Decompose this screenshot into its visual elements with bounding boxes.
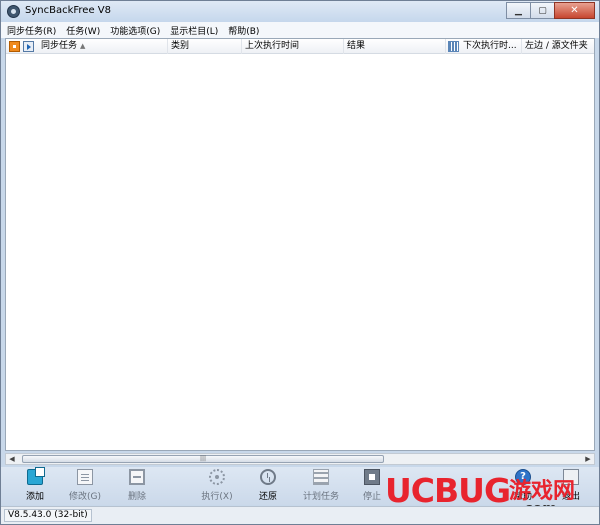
maximize-button[interactable]: ▢	[530, 2, 555, 19]
scroll-left-arrow-icon[interactable]: ◀	[6, 454, 18, 464]
column-source-folder[interactable]: 左边 / 源文件夹	[522, 39, 594, 54]
scroll-right-arrow-icon[interactable]: ▶	[582, 454, 594, 464]
column-next-run[interactable]: 下次执行时...	[460, 39, 522, 54]
menu-task[interactable]: 任务(W)	[66, 24, 100, 37]
add-button[interactable]: 添加	[11, 467, 59, 503]
horizontal-scrollbar[interactable]: ◀ ||| ▶	[5, 453, 595, 465]
scrollbar-grip-icon: |||	[199, 455, 207, 462]
scrollbar-thumb[interactable]: |||	[22, 455, 384, 463]
column-result[interactable]: 结果	[344, 39, 446, 54]
edit-task-icon	[77, 469, 93, 485]
run-button[interactable]: 执行(X)	[193, 469, 241, 503]
sort-ascending-icon: ▲	[80, 42, 86, 50]
title-bar[interactable]: SyncBackFree V8 ▁ ▢ ✕	[1, 1, 599, 22]
task-play-icon[interactable]	[23, 41, 34, 52]
menu-sync-tasks[interactable]: 同步任务(R)	[7, 24, 56, 37]
delete-task-icon	[129, 469, 145, 485]
window-controls: ▁ ▢ ✕	[506, 2, 595, 19]
run-button-label: 执行(X)	[201, 492, 233, 502]
app-window: SyncBackFree V8 ▁ ▢ ✕ 同步任务(R) 任务(W) 功能选项…	[0, 0, 600, 525]
column-task-name[interactable]: 同步任务 ▲	[38, 39, 168, 54]
schedule-button[interactable]: 计划任务	[297, 469, 345, 503]
schedule-button-label: 计划任务	[302, 492, 339, 502]
edit-button[interactable]: 修改(G)	[61, 469, 109, 503]
edit-button-label: 修改(G)	[69, 492, 101, 502]
task-list[interactable]: 同步任务 ▲ 类别 上次执行时间 结果 下次执行时... 左边 / 源文件夹	[5, 38, 595, 451]
schedule-calendar-icon	[313, 469, 329, 485]
menu-help[interactable]: 帮助(B)	[228, 24, 259, 37]
add-task-icon	[27, 467, 45, 485]
menu-options[interactable]: 功能选项(G)	[110, 24, 160, 37]
delete-button[interactable]: 删除	[113, 469, 161, 503]
stop-icon	[364, 469, 380, 485]
column-task-name-label: 同步任务	[41, 41, 78, 51]
menu-columns[interactable]: 显示栏目(L)	[170, 24, 218, 37]
restore-clock-icon	[260, 469, 276, 485]
delete-button-label: 删除	[127, 492, 146, 502]
column-last-run[interactable]: 上次执行时间	[242, 39, 344, 54]
task-status-icon[interactable]	[9, 41, 20, 52]
menu-bar: 同步任务(R) 任务(W) 功能选项(G) 显示栏目(L) 帮助(B)	[1, 22, 599, 38]
status-bar: V8.5.43.0 (32-bit)	[1, 506, 599, 524]
window-title: SyncBackFree V8	[25, 5, 111, 16]
add-button-label: 添加	[25, 492, 44, 502]
list-header: 同步任务 ▲ 类别 上次执行时间 结果 下次执行时... 左边 / 源文件夹	[6, 39, 594, 54]
watermark-brand: UCBUG	[385, 471, 511, 510]
column-type[interactable]: 类别	[168, 39, 242, 54]
run-gear-icon	[209, 469, 225, 485]
schedule-grid-icon[interactable]	[448, 41, 459, 52]
restore-button-label: 还原	[258, 492, 277, 502]
restore-button[interactable]: 还原	[244, 469, 292, 503]
minimize-button[interactable]: ▁	[506, 2, 531, 19]
version-label: V8.5.43.0 (32-bit)	[4, 509, 92, 522]
close-button[interactable]: ✕	[554, 2, 595, 19]
app-logo-icon	[7, 5, 20, 18]
